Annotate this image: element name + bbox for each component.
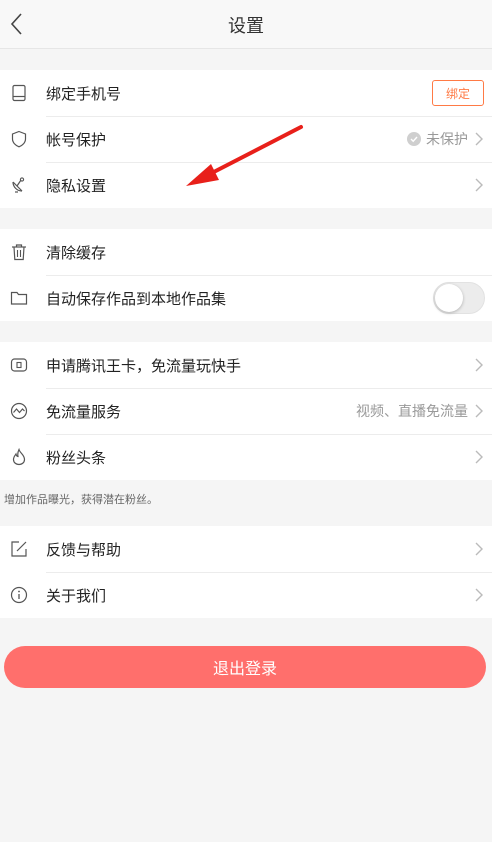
flame-icon: [9, 447, 29, 467]
toggle-knob: [435, 284, 463, 312]
about-row[interactable]: 关于我们: [0, 572, 492, 618]
privacy-settings-label: 隐私设置: [46, 176, 107, 195]
feedback-label: 反馈与帮助: [46, 540, 122, 559]
wave-icon: [9, 401, 29, 421]
trash-icon: [9, 242, 29, 262]
tencent-card-label: 申请腾讯王卡，免流量玩快手: [46, 356, 242, 375]
account-group: 绑定手机号 绑定 帐号保护 未保护 隐私设置: [0, 70, 492, 208]
logout-button[interactable]: 退出登录: [4, 646, 486, 688]
chevron-right-icon: [475, 588, 483, 602]
storage-group: 清除缓存 自动保存作品到本地作品集: [0, 229, 492, 321]
feedback-row[interactable]: 反馈与帮助: [0, 526, 492, 572]
chevron-right-icon: [475, 450, 483, 464]
phone-icon: [9, 83, 29, 103]
fans-headline-label: 粉丝头条: [46, 448, 107, 467]
account-protect-label: 帐号保护: [46, 130, 107, 149]
folder-icon: [9, 288, 29, 308]
free-data-label: 免流量服务: [46, 402, 122, 421]
auto-save-toggle[interactable]: [433, 282, 485, 314]
clear-cache-label: 清除缓存: [46, 243, 107, 262]
shield-icon: [9, 129, 29, 149]
free-data-row[interactable]: 免流量服务 视频、直播免流量: [0, 388, 492, 434]
free-data-sub: 视频、直播免流量: [356, 404, 468, 420]
help-group: 反馈与帮助 关于我们: [0, 526, 492, 618]
chevron-right-icon: [475, 178, 483, 192]
check-icon: [407, 132, 421, 146]
fans-headline-row[interactable]: 粉丝头条: [0, 434, 492, 480]
bind-button[interactable]: 绑定: [432, 80, 484, 106]
account-protect-row[interactable]: 帐号保护 未保护: [0, 116, 492, 162]
chevron-right-icon: [475, 542, 483, 556]
info-icon: [9, 585, 29, 605]
services-group: 申请腾讯王卡，免流量玩快手 免流量服务 视频、直播免流量 粉丝头条: [0, 342, 492, 480]
bind-phone-label: 绑定手机号: [46, 84, 122, 103]
chevron-right-icon: [475, 404, 483, 418]
tencent-card-row[interactable]: 申请腾讯王卡，免流量玩快手: [0, 342, 492, 388]
nav-bar: 设置: [0, 0, 492, 49]
protect-status: 未保护: [426, 132, 468, 148]
chevron-right-icon: [475, 358, 483, 372]
auto-save-label: 自动保存作品到本地作品集: [46, 289, 227, 308]
auto-save-row: 自动保存作品到本地作品集: [0, 275, 492, 321]
satellite-icon: [9, 175, 29, 195]
sim-card-icon: [9, 355, 29, 375]
edit-icon: [9, 539, 29, 559]
clear-cache-row[interactable]: 清除缓存: [0, 229, 492, 275]
chevron-right-icon: [475, 132, 483, 146]
bind-phone-row[interactable]: 绑定手机号 绑定: [0, 70, 492, 116]
about-label: 关于我们: [46, 586, 107, 605]
fans-headline-note: 增加作品曝光，获得潜在粉丝。: [4, 493, 158, 506]
page-title: 设置: [228, 16, 264, 37]
privacy-settings-row[interactable]: 隐私设置: [0, 162, 492, 208]
